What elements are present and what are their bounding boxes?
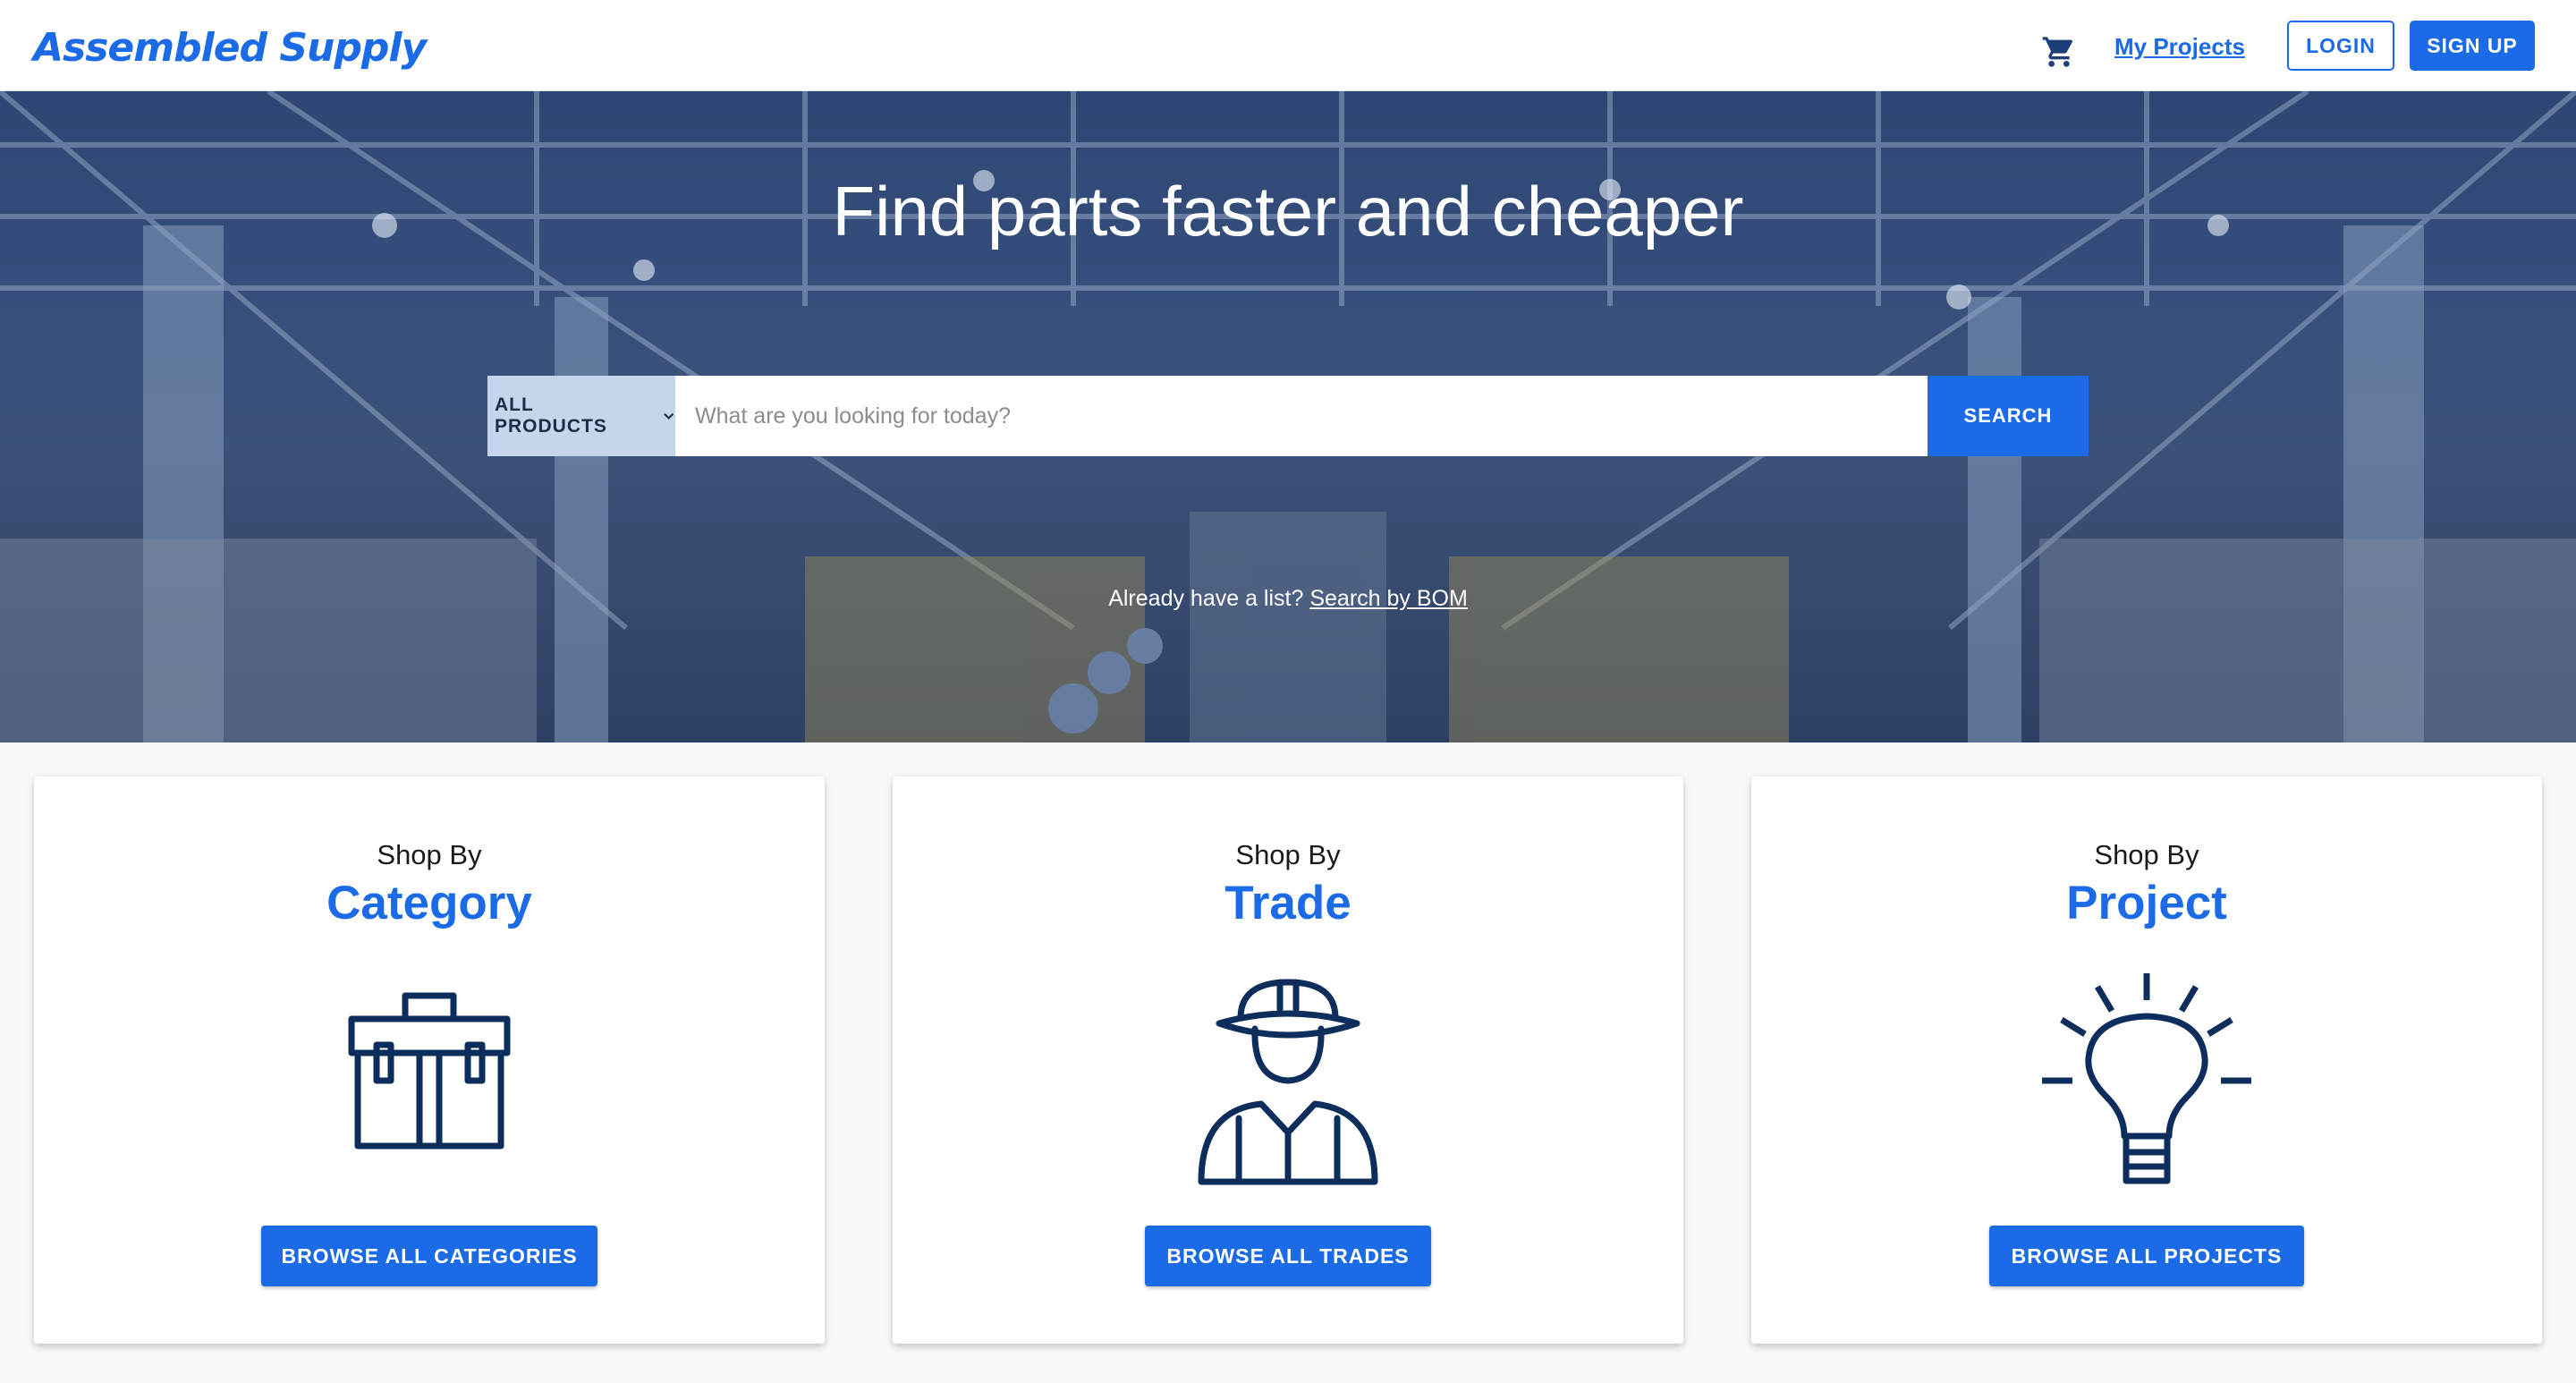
signup-button[interactable]: SIGN UP	[2410, 21, 2535, 71]
card-subtitle: Shop By	[1235, 839, 1341, 870]
shop-by-trade-card: Shop By Trade BROWSE ALL TRADES	[893, 776, 1683, 1344]
shop-by-project-card: Shop By Project BROWSE ALL PROJECTS	[1751, 776, 2542, 1344]
worker-icon	[1198, 979, 1378, 1185]
card-title: Category	[326, 877, 532, 929]
card-title: Project	[2066, 877, 2227, 929]
bom-prompt: Already have a list? Search by BOM	[0, 584, 2576, 613]
card-subtitle: Shop By	[377, 839, 482, 870]
card-subtitle: Shop By	[2094, 839, 2199, 870]
cart-icon[interactable]	[2041, 34, 2077, 70]
search-input[interactable]	[675, 376, 1928, 456]
browse-all-projects-button[interactable]: BROWSE ALL PROJECTS	[1989, 1226, 2304, 1286]
toolbox-icon	[348, 992, 511, 1150]
login-button[interactable]: LOGIN	[2287, 21, 2394, 71]
search-bar: ALL PRODUCTS SEARCH	[487, 376, 2089, 456]
bom-prompt-text: Already have a list?	[1108, 586, 1304, 611]
browse-all-trades-button[interactable]: BROWSE ALL TRADES	[1145, 1226, 1431, 1286]
hero-banner: Find parts faster and cheaper ALL PRODUC…	[0, 91, 2576, 742]
site-logo[interactable]: Assembled Supply	[33, 25, 427, 72]
shop-by-category-card: Shop By Category BROWSE ALL CATEGORIES	[34, 776, 825, 1344]
category-select[interactable]: ALL PRODUCTS	[487, 376, 675, 456]
search-by-bom-link[interactable]: Search by BOM	[1309, 586, 1467, 611]
my-projects-link[interactable]: My Projects	[2114, 30, 2245, 63]
hero-title: Find parts faster and cheaper	[832, 172, 1744, 250]
lightbulb-icon	[2042, 973, 2251, 1184]
browse-all-categories-button[interactable]: BROWSE ALL CATEGORIES	[261, 1226, 597, 1286]
top-header: Assembled Supply My Projects LOGIN SIGN …	[0, 0, 2576, 91]
search-button[interactable]: SEARCH	[1928, 376, 2089, 456]
category-select-label: ALL PRODUCTS	[495, 395, 607, 437]
chevron-down-icon	[663, 412, 674, 420]
card-title: Trade	[1224, 877, 1352, 929]
